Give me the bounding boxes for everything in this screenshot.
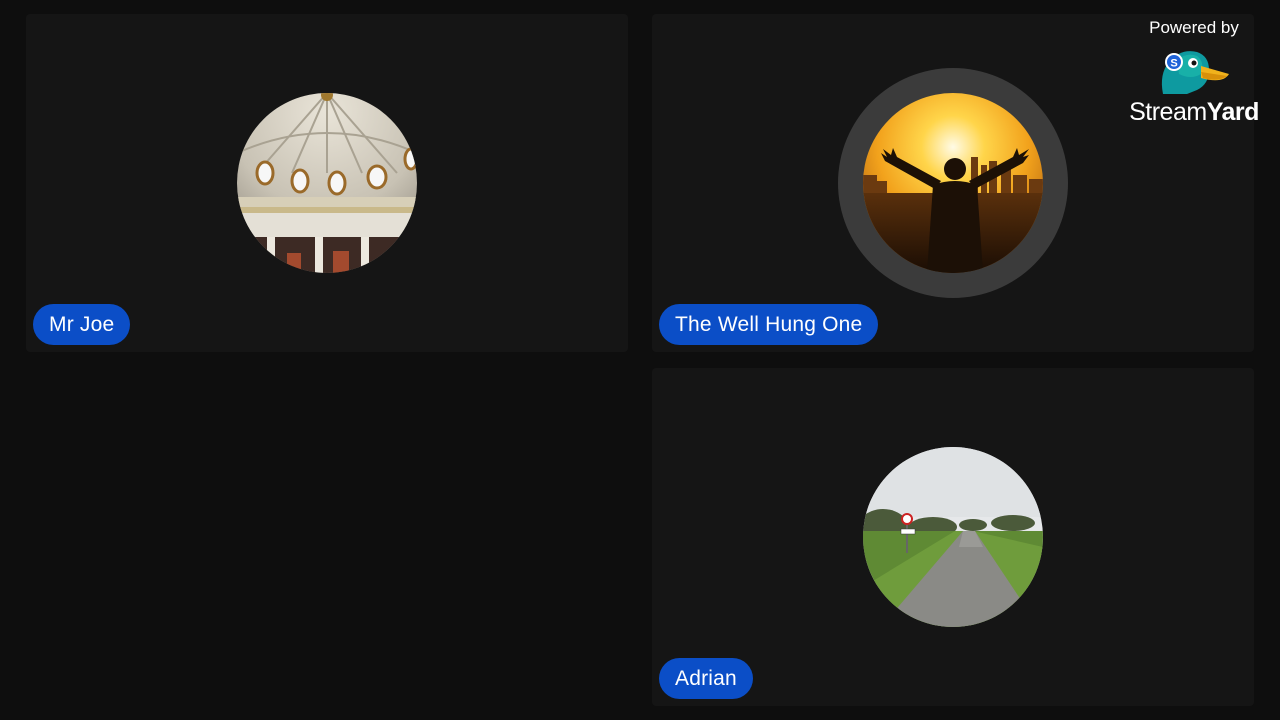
participant-avatar <box>863 93 1043 273</box>
duck-mascot-icon: S <box>1161 51 1229 94</box>
dome-interior-photo-icon <box>237 93 417 273</box>
wordmark-yard: Yard <box>1206 98 1260 126</box>
sunset-silhouette-photo-icon <box>863 93 1043 273</box>
participant-name-tag: Mr Joe <box>33 304 131 345</box>
participant-avatar <box>237 93 417 273</box>
participant-name-tag: The Well Hung One <box>659 304 879 345</box>
participant-name-tag: Adrian <box>659 658 753 699</box>
country-road-photo-icon <box>863 447 1043 627</box>
wordmark-stream: Stream <box>1129 98 1207 126</box>
participant-avatar <box>863 447 1043 627</box>
participant-tile-adrian[interactable]: Adrian <box>652 368 1254 706</box>
participant-tile-mr-joe[interactable]: Mr Joe <box>26 14 628 352</box>
svg-text:S: S <box>1170 58 1177 70</box>
streamyard-wordmark: StreamYard <box>1124 97 1264 127</box>
streamyard-branding: Powered by S StreamYard <box>1124 16 1264 127</box>
powered-by-label: Powered by <box>1149 18 1239 37</box>
